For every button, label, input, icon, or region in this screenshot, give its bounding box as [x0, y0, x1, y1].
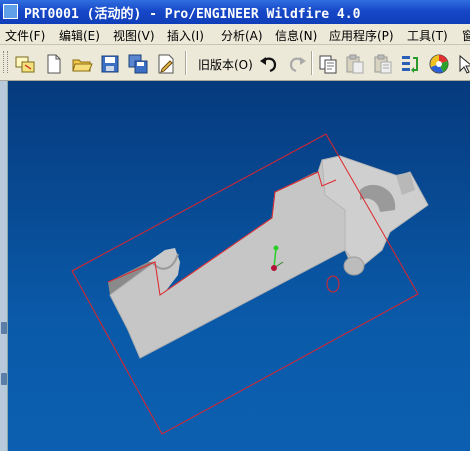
window-icon[interactable]: [13, 52, 37, 76]
sash-handle[interactable]: [1, 322, 7, 334]
copy-icon[interactable]: [316, 52, 340, 76]
menu-bar: 文件(F) 编辑(E) 视图(V) 插入(I) 分析(A) 信息(N) 应用程序…: [0, 24, 470, 45]
window-title: PRT0001 (活动的) - Pro/ENGINEER Wildfire 4.…: [24, 7, 361, 22]
edit-icon[interactable]: [154, 52, 178, 76]
redo-icon[interactable]: [285, 52, 309, 76]
menu-info[interactable]: 信息(N): [275, 27, 317, 44]
triad-axis-tip: [273, 245, 279, 251]
save-copy-icon[interactable]: [126, 52, 150, 76]
save-icon[interactable]: [98, 52, 122, 76]
triad-origin: [271, 265, 277, 271]
model-canvas[interactable]: [8, 81, 470, 451]
menu-window[interactable]: 窗: [462, 27, 470, 44]
menu-edit[interactable]: 编辑(E): [59, 27, 100, 44]
menu-insert[interactable]: 插入(I): [167, 27, 204, 44]
toolbar-separator: [185, 51, 187, 75]
paste-icon[interactable]: [343, 52, 367, 76]
cylinder-end: [343, 256, 365, 276]
graphics-viewport[interactable]: [8, 81, 470, 451]
menu-file[interactable]: 文件(F): [5, 27, 45, 44]
paste-special-icon[interactable]: [371, 52, 395, 76]
menu-analysis[interactable]: 分析(A): [221, 27, 263, 44]
toolbar-grip[interactable]: [3, 51, 8, 73]
menu-view[interactable]: 视图(V): [113, 27, 155, 44]
toolbar: 旧版本(O): [0, 45, 470, 81]
sketch-circle: [326, 275, 340, 293]
color-appearance-icon[interactable]: [427, 52, 451, 76]
app-icon[interactable]: [3, 4, 18, 19]
left-sash-strip[interactable]: [0, 81, 8, 451]
title-bar: PRT0001 (活动的) - Pro/ENGINEER Wildfire 4.…: [0, 0, 470, 24]
sash-handle[interactable]: [1, 373, 7, 385]
menu-tools[interactable]: 工具(T): [407, 27, 448, 44]
toolbar-separator: [311, 51, 313, 75]
pointer-icon[interactable]: [455, 52, 470, 76]
open-folder-icon[interactable]: [70, 52, 94, 76]
menu-applications[interactable]: 应用程序(P): [329, 27, 394, 44]
previous-version-button[interactable]: 旧版本(O): [198, 56, 253, 73]
regenerate-icon[interactable]: [399, 52, 423, 76]
new-file-icon[interactable]: [42, 52, 66, 76]
undo-icon[interactable]: [257, 52, 281, 76]
